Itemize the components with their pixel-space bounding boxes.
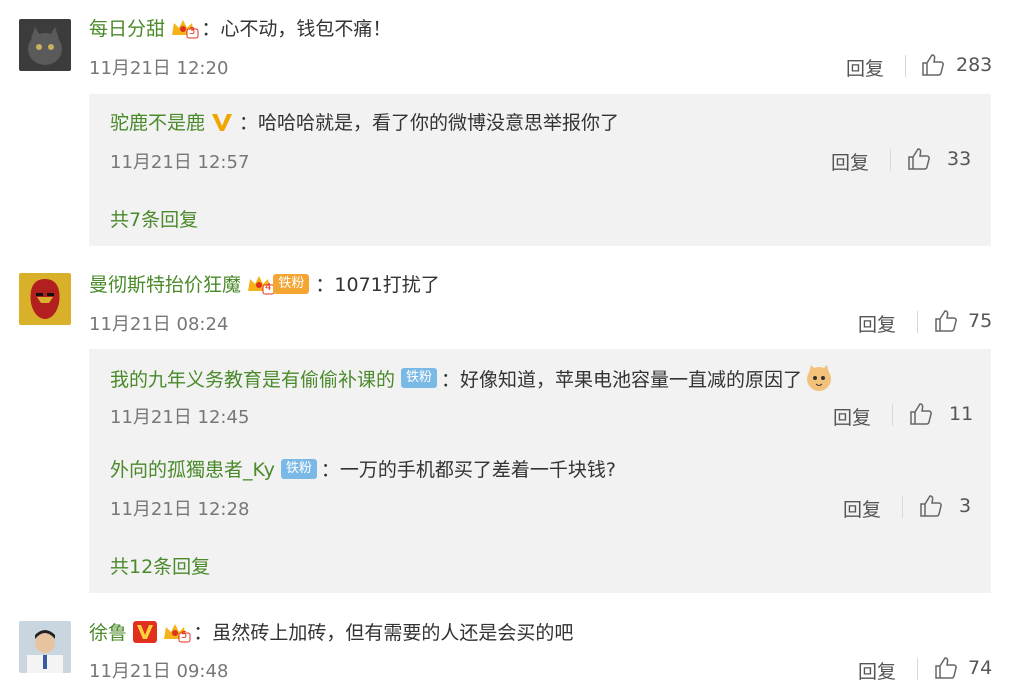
- comment-text: ：心不动，钱包不痛！: [201, 18, 392, 40]
- divider: [917, 311, 918, 333]
- vip-level: 4: [265, 282, 272, 293]
- more-replies-link[interactable]: 共7条回复: [110, 205, 198, 232]
- divider: [902, 496, 903, 518]
- reply-username[interactable]: 驼鹿不是鹿: [110, 108, 205, 135]
- like-icon[interactable]: [909, 402, 933, 426]
- username[interactable]: 徐鲁: [89, 618, 127, 645]
- vip-level: 5: [181, 630, 188, 641]
- username[interactable]: 曼彻斯特抬价狂魔: [89, 270, 241, 297]
- reply-button[interactable]: 回复: [858, 657, 896, 684]
- reply-time: 11月21日 12:57: [110, 152, 250, 173]
- like-count: 33: [947, 148, 972, 170]
- reply-button[interactable]: 回复: [831, 148, 869, 175]
- like-count: 75: [968, 310, 993, 332]
- fan-badge: 铁粉: [280, 458, 317, 479]
- like-icon[interactable]: [921, 53, 945, 77]
- like-count: 283: [956, 54, 993, 76]
- comment-time: 11月21日 12:20: [89, 58, 229, 79]
- reply-username[interactable]: 我的九年义务教育是有偷偷补课的: [110, 365, 395, 392]
- username[interactable]: 每日分甜: [89, 14, 165, 41]
- more-replies-link[interactable]: 共12条回复: [110, 552, 210, 579]
- verified-v-red-icon: [133, 620, 158, 643]
- divider: [917, 658, 918, 680]
- reply-text: ：好像知道，苹果电池容量一直减的原因了: [441, 368, 803, 391]
- divider: [890, 149, 891, 171]
- reply-username[interactable]: 外向的孤獨患者_Ky: [110, 455, 275, 482]
- comment-header: 曼彻斯特抬价狂魔 4 铁粉 ：1071打扰了: [89, 270, 440, 297]
- reply-text: ：哈哈哈就是，看了你的微博没意思举报你了: [239, 112, 620, 134]
- like-icon[interactable]: [934, 656, 958, 680]
- like-icon[interactable]: [919, 494, 943, 518]
- fan-badge: 铁粉: [401, 368, 438, 388]
- comment-header: 徐鲁 5 ：虽然砖上加砖，但有需要的人还是会买的吧: [89, 618, 573, 645]
- reply-time: 11月21日 12:28: [110, 499, 250, 520]
- avatar[interactable]: [19, 621, 71, 673]
- reply-button[interactable]: 回复: [843, 495, 881, 522]
- reply-button[interactable]: 回复: [833, 403, 871, 430]
- divider: [905, 55, 906, 77]
- like-count: 3: [959, 495, 972, 517]
- reply-text: ：一万的手机都买了差着一千块钱?: [320, 459, 616, 481]
- fan-badge: 铁粉: [273, 273, 310, 294]
- comment-header: 每日分甜 3 ：心不动，钱包不痛！: [89, 14, 391, 41]
- like-count: 11: [949, 403, 974, 425]
- comment-text: ：1071打扰了: [315, 274, 440, 296]
- vip-level: 3: [189, 26, 196, 37]
- comment-time: 11月21日 09:48: [89, 661, 229, 682]
- reply-header: 外向的孤獨患者_Ky 铁粉 ：一万的手机都买了差着一千块钱?: [110, 455, 616, 482]
- reply-header: 驼鹿不是鹿 ：哈哈哈就是，看了你的微博没意思举报你了: [110, 108, 619, 135]
- cat-emoji-icon: [804, 363, 834, 393]
- like-icon[interactable]: [907, 147, 931, 171]
- reply-time: 11月21日 12:45: [110, 407, 250, 428]
- reply-button[interactable]: 回复: [858, 310, 896, 337]
- divider: [892, 404, 893, 426]
- reply-header: 我的九年义务教育是有偷偷补课的 铁粉 ：好像知道，苹果电池容量一直减的原因了: [110, 363, 834, 393]
- like-icon[interactable]: [934, 309, 958, 333]
- like-count: 74: [968, 657, 993, 679]
- avatar[interactable]: [19, 19, 71, 71]
- avatar[interactable]: [19, 273, 71, 325]
- comment-time: 11月21日 08:24: [89, 314, 229, 335]
- verified-v-icon: [211, 112, 233, 132]
- reply-button[interactable]: 回复: [846, 54, 884, 81]
- comment-text: ：虽然砖上加砖，但有需要的人还是会买的吧: [193, 622, 574, 644]
